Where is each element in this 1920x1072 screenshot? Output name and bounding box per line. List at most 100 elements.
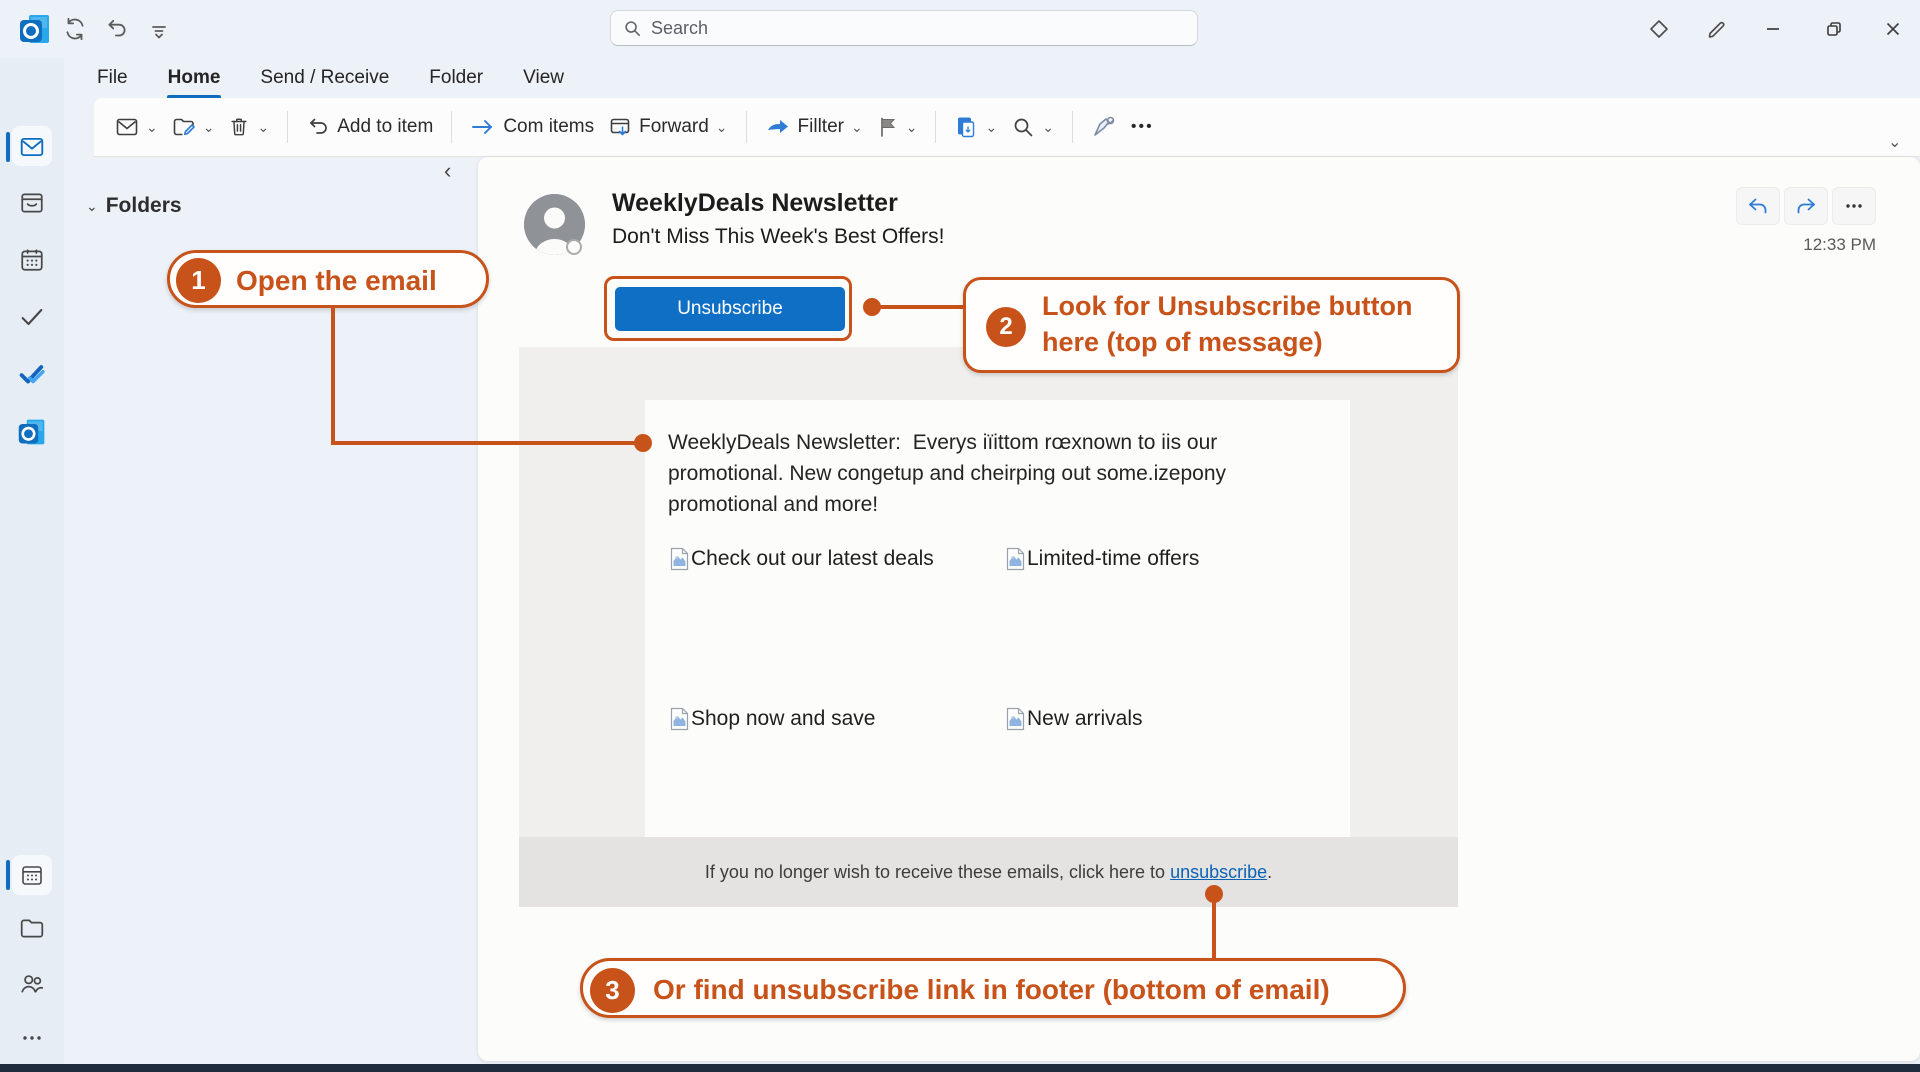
filter-button[interactable]: Fillter ⌄ [758,109,870,145]
edit-folder-icon [172,116,196,138]
forward-button-header[interactable] [1784,187,1828,225]
callout-3: 3 Or find unsubscribe link in footer (bo… [580,958,1406,1018]
chevron-down-icon: ⌄ [716,122,728,132]
maximize-restore-button[interactable] [1817,12,1851,46]
ribbon-collapse-chevron-icon[interactable]: ⌄ [1888,132,1901,152]
search-icon [623,19,641,37]
callout-1-label: Open the email [236,265,437,297]
people-icon[interactable] [19,971,45,995]
callout-2-line1: Look for Unsubscribe button [1042,291,1413,322]
flag-button[interactable]: ⌄ [870,109,925,145]
callout-3-number: 3 [590,968,635,1013]
email-footer-band: If you no longer wish to receive these e… [519,837,1458,907]
sync-icon[interactable] [58,12,92,46]
edit-folder-button[interactable]: ⌄ [165,109,222,145]
reply-icon [1747,197,1769,215]
tab-send-receive[interactable]: Send / Receive [257,63,392,93]
forward-button[interactable]: Forward ⌄ [601,109,734,145]
message-more-button[interactable] [1832,187,1876,225]
magnifier-icon [1011,115,1035,139]
outlook-app-icon[interactable] [17,417,47,447]
footer-text: If you no longer wish to receive these e… [705,862,1272,883]
callout-3-connector [1212,901,1216,958]
placeholder-alt-text: Limited-time offers [1027,547,1199,571]
rail-more-icon[interactable] [21,1034,43,1042]
tab-view[interactable]: View [520,63,567,93]
tab-home[interactable]: Home [165,63,224,93]
customize-toolbar-icon[interactable] [142,14,176,48]
title-bar [0,0,1920,58]
broken-image-icon [1006,707,1025,731]
broken-image-placeholder[interactable]: Shop now and save [670,707,875,731]
toolbar-divider [935,111,936,143]
chevron-down-icon: ⌄ [985,122,997,132]
toolbar-more-button[interactable]: ••• [1124,111,1161,143]
chevron-down-icon: ⌄ [146,122,158,132]
toolbar-divider [287,111,288,143]
toolbar-divider [451,111,452,143]
tab-folder[interactable]: Folder [426,63,486,93]
rail-selection-bar [6,860,10,890]
folders-header[interactable]: ⌄ Folders [86,194,182,218]
folder-icon[interactable] [19,917,45,939]
diamond-icon[interactable] [1642,12,1676,46]
blue-arrow-icon [765,117,791,137]
message-time: 12:33 PM [1736,235,1876,255]
ink-pen-button[interactable] [1084,108,1124,146]
callout-2-line2: here (top of message) [1042,327,1323,358]
calendar-icon[interactable] [19,247,45,273]
collapse-pane-icon[interactable]: ‹ [444,158,451,184]
tasks-check-icon[interactable] [18,305,46,329]
minimize-button[interactable] [1756,12,1790,46]
undo-icon[interactable] [100,12,134,46]
com-items-button[interactable]: Com items [463,109,601,145]
toolbar-divider [746,111,747,143]
search-tools-button[interactable]: ⌄ [1004,108,1061,146]
archive-icon[interactable] [19,191,45,215]
callout-2: 2 Look for Unsubscribe button here (top … [963,277,1460,373]
placeholder-alt-text: Check out our latest deals [691,547,934,571]
callout-1-connector-vertical [331,306,335,445]
mail-icon [115,116,139,138]
tab-file[interactable]: File [94,63,131,93]
broken-image-placeholder[interactable]: Check out our latest deals [670,547,934,571]
callout-2-connector [879,305,963,309]
search-box[interactable] [610,10,1198,46]
broken-image-icon [670,707,689,731]
close-button[interactable] [1876,12,1910,46]
mail-icon[interactable] [19,136,45,158]
reply-button[interactable] [1736,187,1780,225]
delete-button[interactable]: ⌄ [221,109,276,145]
clipboard-icon [954,115,978,139]
add-to-item-button[interactable]: Add to item [299,109,440,145]
broken-image-placeholder[interactable]: New arrivals [1006,707,1143,731]
placeholder-alt-text: Shop now and save [691,707,875,731]
toolbar-divider [1072,111,1073,143]
right-arrow-icon [470,116,496,138]
broken-image-placeholder[interactable]: Limited-time offers [1006,547,1199,571]
callout-1-number: 1 [176,258,221,303]
new-mail-button[interactable]: ⌄ [108,109,165,145]
calendar-icon[interactable] [20,863,44,887]
todo-check-icon[interactable] [17,361,47,387]
ribbon-toolbar: ⌄ ⌄ ⌄ Add to item [94,98,1920,157]
unsubscribe-link[interactable]: unsubscribe [1170,862,1267,882]
placeholder-alt-text: New arrivals [1027,707,1143,731]
trash-icon [228,116,250,138]
chevron-down-icon: ⌄ [203,122,215,132]
chevron-down-icon: ⌄ [906,122,918,132]
app-rail [0,58,64,1072]
paste-button[interactable]: ⌄ [947,108,1004,146]
callout-1-dot [634,434,652,452]
more-icon: ••• [1131,118,1154,136]
chevron-down-icon: ⌄ [257,122,269,132]
callout-1: 1 Open the email [167,250,489,308]
callout-3-label: Or find unsubscribe link in footer (bott… [653,974,1330,1006]
broken-image-icon [670,547,689,571]
email-body-region: WeeklyDeals Newsletter: Everys iïittom r… [519,347,1458,907]
pencil-icon[interactable] [1700,12,1734,46]
forward-box-icon [608,116,632,138]
chevron-down-icon: ⌄ [86,198,98,215]
search-input[interactable] [651,18,1185,39]
ribbon-tabs: File Home Send / Receive Folder View [94,58,567,98]
